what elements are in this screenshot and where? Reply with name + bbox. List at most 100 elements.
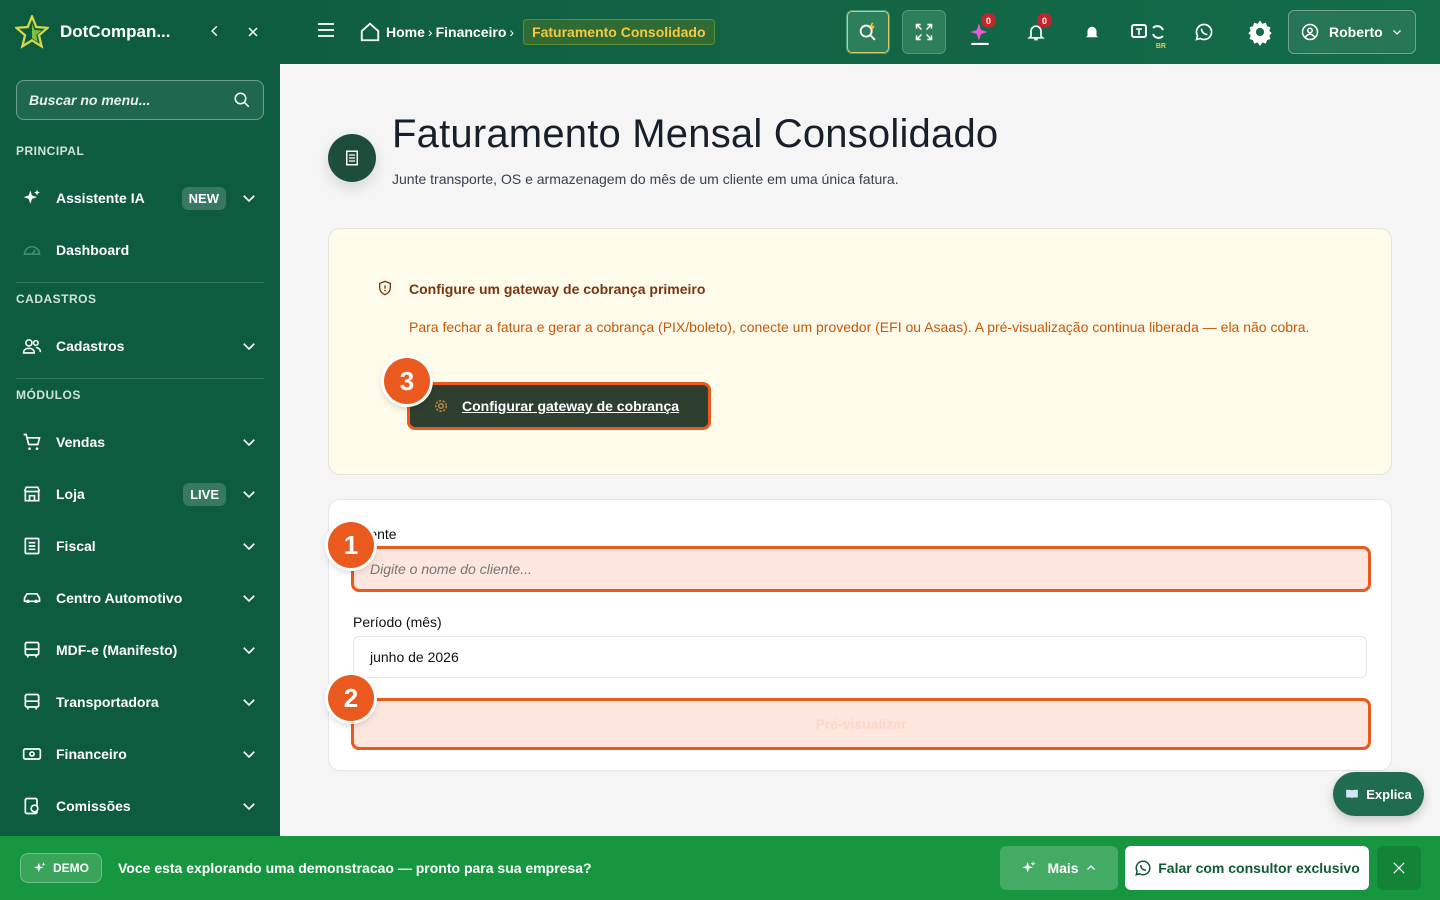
translate-icon [1131, 24, 1164, 39]
invoice-form: Cliente Período (mês) junho de 2026 Pré-… [328, 499, 1392, 771]
sidebar-item-cadastros[interactable]: Cadastros [0, 320, 280, 372]
notifications-button[interactable]: 0 [1014, 10, 1058, 54]
configure-gateway-button[interactable]: Configurar gateway de cobrança [407, 382, 711, 430]
expand-icon [915, 23, 933, 41]
chevron-up-icon [1086, 865, 1095, 870]
breadcrumb-home[interactable]: Home [386, 24, 425, 40]
gauge-icon [22, 240, 42, 260]
section-title-modulos: MÓDULOS [16, 388, 81, 402]
sparkles-icon [1022, 861, 1036, 873]
users-icon [22, 336, 42, 356]
sidebar-search-input[interactable]: Buscar no menu... [16, 80, 264, 120]
ai-badge: 0 [981, 13, 996, 28]
whatsapp-button[interactable] [1182, 10, 1226, 54]
page-title: Faturamento Mensal Consolidado [392, 112, 999, 156]
explica-button[interactable]: Explica [1333, 772, 1424, 816]
fullscreen-button[interactable] [902, 10, 946, 54]
step-marker-3: 3 [384, 358, 430, 404]
gateway-alert: Configure um gateway de cobrança primeir… [328, 228, 1392, 475]
book-icon [1346, 789, 1359, 799]
document-icon [22, 536, 42, 556]
topbar-actions: 0 0 BR [846, 0, 1294, 64]
close-sidebar-icon[interactable] [240, 22, 266, 43]
consultor-label: Falar com consultor exclusivo [1158, 860, 1360, 876]
mais-button[interactable]: Mais [1000, 846, 1118, 890]
sidebar-item-fiscal[interactable]: Fiscal [0, 520, 280, 572]
notifications-badge: 0 [1037, 13, 1052, 28]
ai-button[interactable]: 0 [958, 10, 1002, 54]
settings-button[interactable] [1238, 10, 1282, 54]
new-badge: NEW [181, 186, 226, 210]
demo-badge-label: DEMO [53, 861, 89, 875]
whatsapp-icon [1195, 23, 1213, 41]
sidebar-item-vendas[interactable]: Vendas [0, 416, 280, 468]
breadcrumb-current: Faturamento Consolidado [523, 19, 715, 45]
preview-button-label: Pré-visualizar [815, 716, 907, 732]
breadcrumb: Home › Financeiro › Faturamento Consolid… [358, 19, 715, 45]
close-demo-bar-button[interactable] [1377, 846, 1421, 890]
demo-message: Voce esta explorando uma demonstracao — … [118, 860, 592, 876]
chevron-down-icon [243, 343, 255, 351]
explica-label: Explica [1366, 786, 1412, 802]
preview-button[interactable]: Pré-visualizar [351, 698, 1371, 750]
receipt-icon [328, 134, 376, 182]
sidebar: DotCompan... Buscar no menu... PRINCIPAL… [0, 0, 280, 836]
sidebar-item-transportadora[interactable]: Transportadora [0, 676, 280, 728]
periodo-value: junho de 2026 [370, 649, 459, 665]
chevron-down-icon [1393, 30, 1401, 35]
divider [16, 378, 264, 379]
brand-name: DotCompan... [60, 22, 171, 41]
topbar: Home › Financeiro › Faturamento Consolid… [280, 0, 1440, 64]
collapse-sidebar-icon[interactable] [202, 22, 228, 43]
sidebar-search-placeholder: Buscar no menu... [29, 92, 151, 108]
sidebar-item-loja[interactable]: Loja LIVE [0, 468, 280, 520]
breadcrumb-separator: › [427, 24, 433, 40]
alert-title: Configure um gateway de cobrança primeir… [409, 281, 706, 297]
sparkles-icon [34, 862, 46, 873]
sidebar-item-centro-automotivo[interactable]: Centro Automotivo [0, 572, 280, 624]
commission-icon [22, 796, 42, 816]
sidebar-item-financeiro[interactable]: Financeiro [0, 728, 280, 780]
chevron-down-icon [243, 543, 255, 551]
periodo-label: Período (mês) [353, 614, 442, 630]
demo-bar: DEMO Voce esta explorando uma demonstrac… [0, 836, 1440, 900]
quick-search-button[interactable] [846, 10, 890, 54]
search-bolt-icon [859, 22, 876, 41]
bell-filled-icon [1086, 26, 1098, 39]
chevron-down-icon [243, 195, 255, 203]
step-marker-1: 1 [328, 522, 374, 568]
chevron-down-icon [243, 491, 255, 499]
sidebar-item-dashboard[interactable]: Dashboard [0, 224, 280, 276]
chevron-down-icon [243, 751, 255, 759]
gear-icon [435, 400, 447, 412]
chevron-down-icon [243, 439, 255, 447]
mais-label: Mais [1047, 860, 1079, 876]
sidebar-header: DotCompan... [0, 0, 280, 64]
alerts-button[interactable] [1070, 10, 1114, 54]
search-icon [234, 92, 250, 108]
banknote-icon [22, 744, 42, 764]
menu-icon[interactable] [318, 22, 338, 42]
language-tag: BR [1155, 43, 1166, 50]
cliente-input[interactable] [351, 546, 1371, 592]
breadcrumb-financeiro[interactable]: Financeiro [436, 24, 507, 40]
language-button[interactable]: BR [1126, 10, 1170, 54]
bus-icon [22, 692, 42, 712]
alert-text: Para fechar a fatura e gerar a cobrança … [409, 319, 1310, 335]
section-title-principal: PRINCIPAL [16, 144, 85, 158]
chevron-down-icon [243, 647, 255, 655]
divider [16, 282, 264, 283]
home-icon[interactable] [358, 21, 382, 43]
sidebar-item-comissoes[interactable]: Comissões [0, 780, 280, 832]
store-icon [22, 484, 42, 504]
user-circle-icon [1301, 23, 1319, 41]
sidebar-item-assistente-ia[interactable]: Assistente IA NEW [0, 172, 280, 224]
configure-gateway-label: Configurar gateway de cobrança [462, 398, 680, 414]
sidebar-item-mdfe[interactable]: MDF-e (Manifesto) [0, 624, 280, 676]
chevron-down-icon [243, 803, 255, 811]
logo-star-icon [14, 14, 50, 50]
consultor-button[interactable]: Falar com consultor exclusivo [1125, 846, 1369, 890]
breadcrumb-separator: › [509, 24, 515, 40]
user-menu-button[interactable]: Roberto [1288, 10, 1416, 54]
periodo-input[interactable]: junho de 2026 [353, 636, 1367, 678]
